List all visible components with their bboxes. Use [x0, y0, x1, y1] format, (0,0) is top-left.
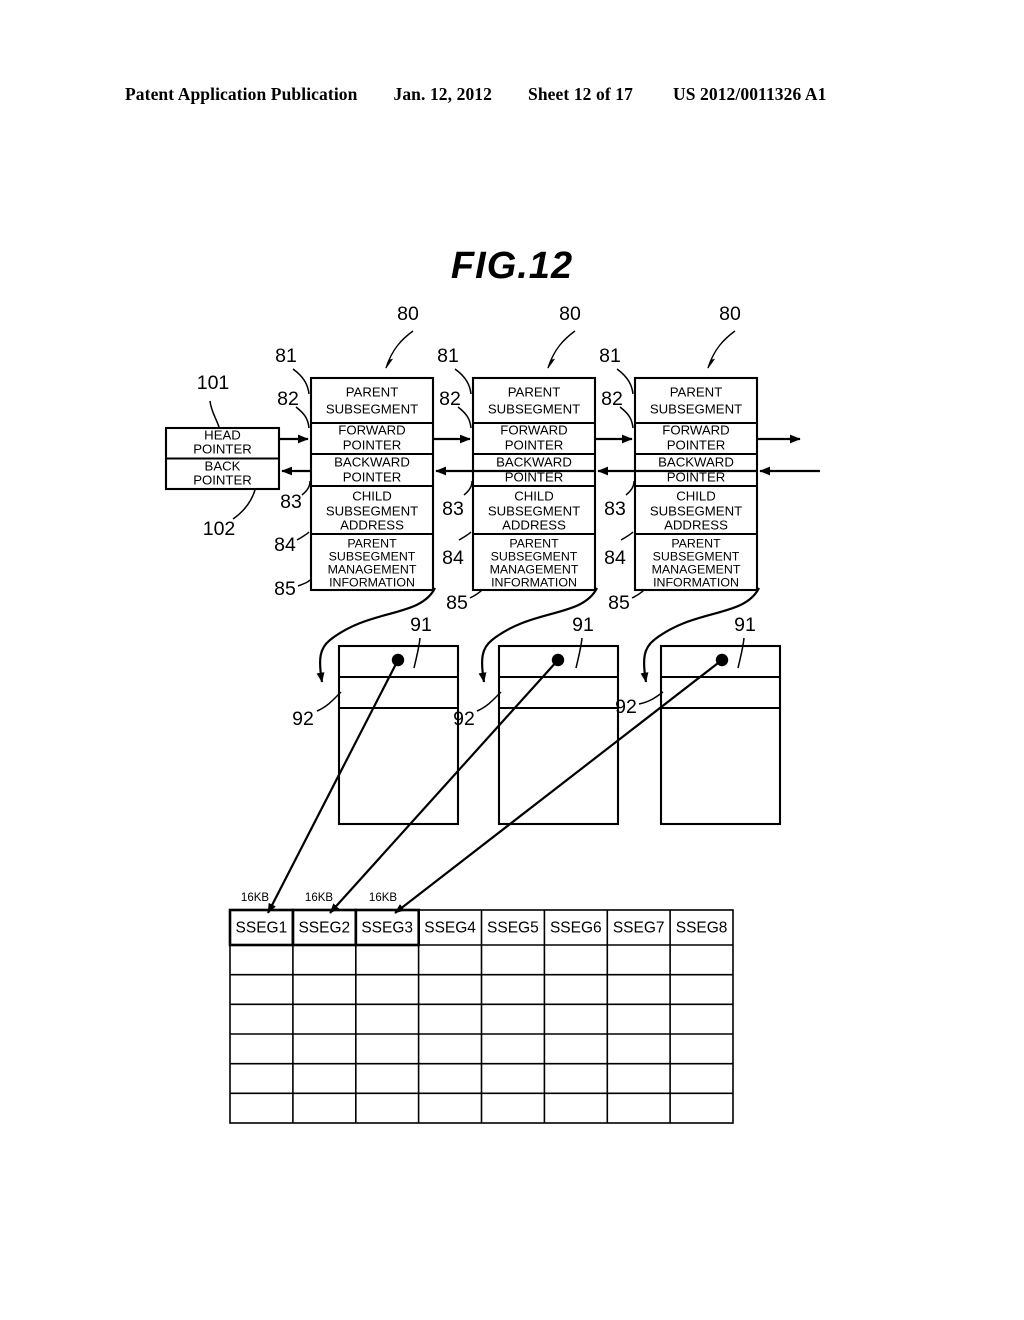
node1-row2-l1: FORWARD: [338, 422, 405, 437]
node1-row5-l4: INFORMATION: [329, 575, 415, 589]
parent-node-2: PARENT SUBSEGMENT FORWARD POINTER BACKWA…: [471, 376, 597, 592]
node2-row1-l2: SUBSEGMENT: [488, 401, 580, 416]
head-pointer-line2: POINTER: [193, 441, 252, 456]
ref-85-1: 85: [274, 578, 296, 600]
sseg-col-4: SSEG4: [424, 920, 476, 937]
parent-node-3: PARENT SUBSEGMENT FORWARD POINTER BACKWA…: [633, 376, 759, 592]
node1-row4-l2: SUBSEGMENT: [326, 503, 418, 518]
ref-81-3: 81: [599, 345, 621, 367]
node2-row3-l1: BACKWARD: [496, 454, 572, 469]
ref-83-3: 83: [604, 498, 626, 520]
node2-row5-l4: INFORMATION: [491, 575, 577, 589]
ref-85-3: 85: [608, 592, 630, 614]
parent-node-1: PARENT SUBSEGMENT FORWARD POINTER BACKWA…: [309, 376, 435, 592]
ref-80-3: 80: [719, 303, 741, 325]
node3-row5-l1: PARENT: [671, 536, 721, 550]
figure-canvas: FIG.12 HEAD POINTER BACK POINTER 101 102…: [164, 245, 820, 1124]
ref-101: 101: [197, 372, 230, 394]
patent-figure-page: Patent Application Publication Jan. 12, …: [0, 0, 1024, 1320]
node1-row2-l2: POINTER: [343, 437, 402, 452]
ref-92-3: 92: [615, 696, 637, 718]
node1-row3-l2: POINTER: [343, 469, 402, 484]
ref-82-2: 82: [439, 388, 461, 410]
ref-80-1: 80: [397, 303, 419, 325]
node1-row1-l1: PARENT: [346, 384, 399, 399]
node2-row2-l2: POINTER: [505, 437, 564, 452]
child-block-2-dot: [551, 653, 565, 667]
ref-102: 102: [203, 518, 236, 540]
child-block-1: [337, 644, 460, 826]
node3-row4-l1: CHILD: [676, 488, 716, 503]
node3-row3-l1: BACKWARD: [658, 454, 734, 469]
ref-91-3: 91: [734, 614, 756, 636]
node3-row5-l2: SUBSEGMENT: [653, 549, 740, 563]
ref-91-1: 91: [410, 614, 432, 636]
back-pointer-line2: POINTER: [193, 472, 252, 487]
node3-row1-l2: SUBSEGMENT: [650, 401, 742, 416]
ref-83-2: 83: [442, 498, 464, 520]
sseg-col-5: SSEG5: [487, 920, 539, 937]
node2-row4-l1: CHILD: [514, 488, 554, 503]
node3-row4-l2: SUBSEGMENT: [650, 503, 742, 518]
node2-row5-l3: MANAGEMENT: [490, 562, 579, 576]
figure-title: FIG.12: [451, 245, 573, 287]
node1-row3-l1: BACKWARD: [334, 454, 410, 469]
size-label-1: 16KB: [241, 892, 269, 904]
sseg-col-8: SSEG8: [676, 920, 728, 937]
leader-101: [209, 400, 220, 428]
sseg-col-3: SSEG3: [361, 920, 413, 937]
ref-80-2: 80: [559, 303, 581, 325]
ref-82-3: 82: [601, 388, 623, 410]
child-block-3-dot: [715, 653, 729, 667]
node1-row1-l2: SUBSEGMENT: [326, 401, 418, 416]
node3-row5-l3: MANAGEMENT: [652, 562, 741, 576]
node3-row2-l1: FORWARD: [662, 422, 729, 437]
size-label-2: 16KB: [305, 892, 333, 904]
child-block-2: [497, 644, 620, 826]
node1-row4-l3: ADDRESS: [340, 517, 404, 532]
node2-row5-l2: SUBSEGMENT: [491, 549, 578, 563]
child-block-1-dot: [391, 653, 405, 667]
node3-row5-l4: INFORMATION: [653, 575, 739, 589]
ref-84-2: 84: [442, 547, 464, 569]
size-label-3: 16KB: [369, 892, 397, 904]
head-pointer-line1: HEAD: [204, 427, 241, 442]
node1-row4-l1: CHILD: [352, 488, 392, 503]
ref-84-3: 84: [604, 547, 626, 569]
node1-row5-l2: SUBSEGMENT: [329, 549, 416, 563]
node3-row2-l2: POINTER: [667, 437, 726, 452]
node2-row4-l2: SUBSEGMENT: [488, 503, 580, 518]
ref-91-2: 91: [572, 614, 594, 636]
node1-row5-l1: PARENT: [347, 536, 397, 550]
node1-row5-l3: MANAGEMENT: [328, 562, 417, 576]
ref-84-1: 84: [274, 534, 296, 556]
ref-83-1: 83: [280, 491, 302, 513]
ref-82-1: 82: [277, 388, 299, 410]
node3-row4-l3: ADDRESS: [664, 517, 728, 532]
node2-row2-l1: FORWARD: [500, 422, 567, 437]
ref-92-1: 92: [292, 708, 314, 730]
leader-102: [232, 489, 256, 520]
segment-table: SSEG1 SSEG2 SSEG3 SSEG4 SSEG5 SSEG6 SSEG…: [228, 892, 734, 1124]
sseg-col-6: SSEG6: [550, 920, 602, 937]
child-block-3: [659, 644, 782, 826]
ref-85-2: 85: [446, 592, 468, 614]
ref-81-1: 81: [275, 345, 297, 367]
node2-row4-l3: ADDRESS: [502, 517, 566, 532]
ref-81-2: 81: [437, 345, 459, 367]
head-pointer-box: HEAD POINTER BACK POINTER: [164, 426, 281, 491]
sseg-col-7: SSEG7: [613, 920, 665, 937]
ref-92-2: 92: [453, 708, 475, 730]
sseg-col-2: SSEG2: [298, 920, 350, 937]
node3-row1-l1: PARENT: [670, 384, 723, 399]
back-pointer-line1: BACK: [205, 458, 241, 473]
sseg-col-1: SSEG1: [236, 920, 288, 937]
node2-row5-l1: PARENT: [509, 536, 559, 550]
node2-row1-l1: PARENT: [508, 384, 561, 399]
